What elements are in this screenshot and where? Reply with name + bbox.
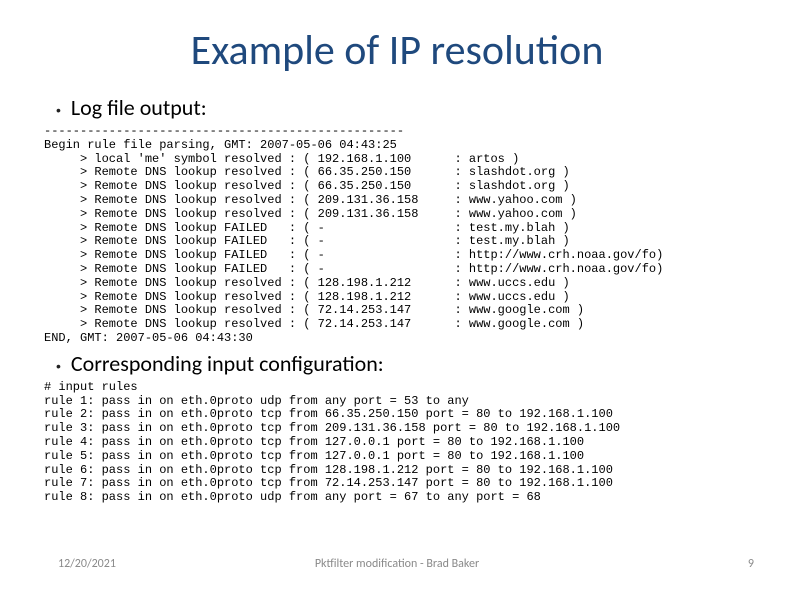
- slide-footer: 12/20/2021 Pktfilter modification - Brad…: [0, 557, 794, 575]
- log-row: > Remote DNS lookup resolved : ( 128.198…: [44, 290, 570, 304]
- log-row: > local 'me' symbol resolved : ( 192.168…: [44, 152, 519, 166]
- config-rule: rule 8: pass in on eth.0proto udp from a…: [44, 490, 541, 504]
- bullet-input-config: • Corresponding input configuration:: [44, 350, 750, 377]
- footer-page-number: 9: [748, 557, 754, 571]
- config-rule: rule 7: pass in on eth.0proto tcp from 7…: [44, 476, 613, 490]
- log-output-block: ----------------------------------------…: [44, 125, 750, 346]
- slide-title: Example of IP resolution: [44, 25, 750, 76]
- config-rule: rule 6: pass in on eth.0proto tcp from 1…: [44, 463, 613, 477]
- log-row: > Remote DNS lookup resolved : ( 128.198…: [44, 276, 570, 290]
- log-row: > Remote DNS lookup resolved : ( 209.131…: [44, 207, 577, 221]
- bullet-text: Corresponding input configuration:: [71, 350, 384, 377]
- bullet-dot-icon: •: [44, 102, 61, 118]
- log-row: > Remote DNS lookup FAILED : ( - : test.…: [44, 234, 570, 248]
- footer-caption: Pktfilter modification - Brad Baker: [0, 557, 794, 571]
- bullet-log-file-output: • Log file output:: [44, 94, 750, 121]
- log-end: END, GMT: 2007-05-06 04:43:30: [44, 331, 253, 345]
- log-row: > Remote DNS lookup FAILED : ( - : http:…: [44, 248, 663, 262]
- bullet-dot-icon: •: [44, 358, 61, 374]
- config-rule: rule 2: pass in on eth.0proto tcp from 6…: [44, 407, 613, 421]
- log-begin: Begin rule file parsing, GMT: 2007-05-06…: [44, 138, 397, 152]
- config-rule: rule 3: pass in on eth.0proto tcp from 2…: [44, 421, 620, 435]
- config-header: # input rules: [44, 380, 138, 394]
- log-row: > Remote DNS lookup resolved : ( 72.14.2…: [44, 303, 584, 317]
- log-row: > Remote DNS lookup FAILED : ( - : test.…: [44, 221, 570, 235]
- config-block: # input rules rule 1: pass in on eth.0pr…: [44, 381, 750, 505]
- log-row: > Remote DNS lookup FAILED : ( - : http:…: [44, 262, 663, 276]
- config-rule: rule 4: pass in on eth.0proto tcp from 1…: [44, 435, 584, 449]
- log-row: > Remote DNS lookup resolved : ( 72.14.2…: [44, 317, 584, 331]
- log-row: > Remote DNS lookup resolved : ( 66.35.2…: [44, 165, 570, 179]
- log-row: > Remote DNS lookup resolved : ( 209.131…: [44, 193, 577, 207]
- config-rule: rule 1: pass in on eth.0proto udp from a…: [44, 394, 469, 408]
- bullet-text: Log file output:: [71, 94, 207, 121]
- log-divider: ----------------------------------------…: [44, 124, 404, 138]
- config-rule: rule 5: pass in on eth.0proto tcp from 1…: [44, 449, 584, 463]
- log-row: > Remote DNS lookup resolved : ( 66.35.2…: [44, 179, 570, 193]
